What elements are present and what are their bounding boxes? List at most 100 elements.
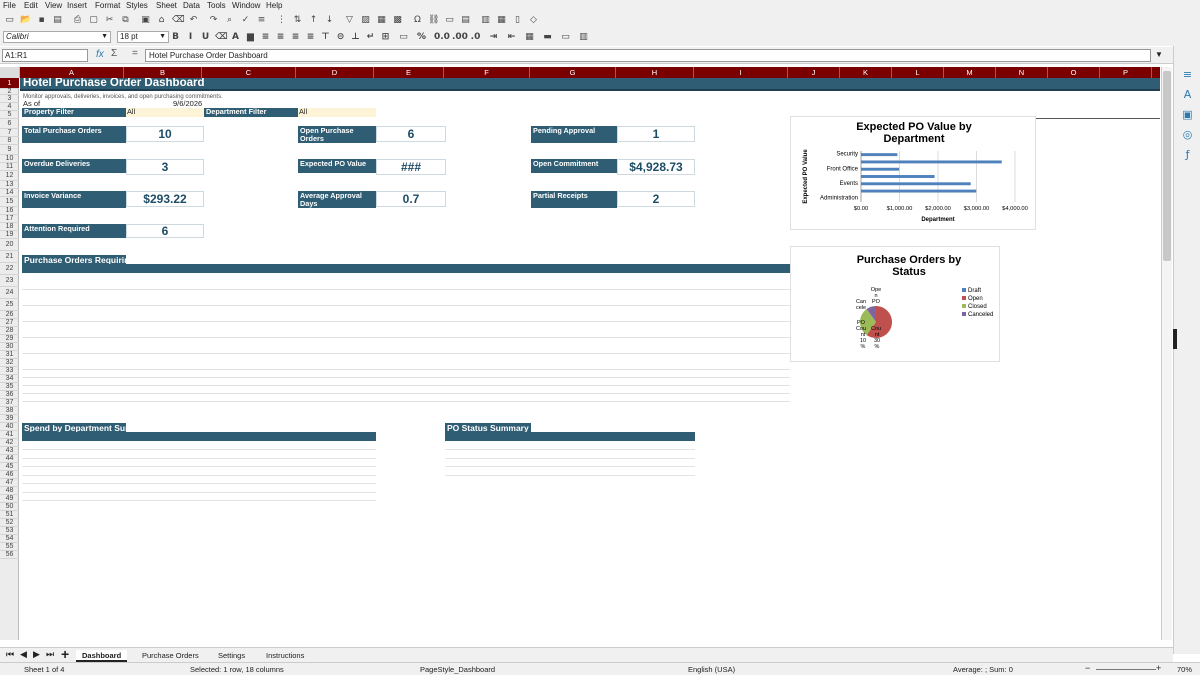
po_section-cell[interactable]: [697, 322, 789, 337]
link-icon[interactable]: ⛓: [428, 15, 439, 26]
chevron-down-icon[interactable]: ▼: [101, 32, 108, 42]
po_section-cell[interactable]: [619, 306, 695, 321]
po_section-cell[interactable]: [23, 306, 125, 321]
preview-icon[interactable]: ▢: [88, 15, 99, 26]
po_section-header-2[interactable]: [204, 264, 298, 273]
row-header-50[interactable]: 50: [0, 503, 19, 511]
dept_section-cell[interactable]: [299, 442, 375, 449]
po_section-cell[interactable]: [23, 338, 125, 353]
row-header-30[interactable]: 30: [0, 343, 19, 351]
properties-icon[interactable]: ≡: [1181, 68, 1194, 81]
po_section-cell[interactable]: [447, 338, 531, 353]
percent-icon[interactable]: %: [416, 32, 427, 43]
row-header-19[interactable]: 19: [0, 231, 19, 239]
po_section-cell[interactable]: [619, 338, 695, 353]
align-middle-icon[interactable]: ⊝: [335, 32, 346, 43]
merge-icon[interactable]: ⊞: [380, 32, 391, 43]
row-header-21[interactable]: 21: [0, 251, 19, 263]
status-zoom[interactable]: 70%: [1177, 665, 1192, 674]
column-icon[interactable]: ⋮: [276, 15, 287, 26]
po_section-cell[interactable]: [205, 354, 297, 369]
menu-edit[interactable]: Edit: [24, 1, 38, 10]
po_section-cell[interactable]: [127, 354, 203, 369]
dept_section-cell[interactable]: [205, 442, 297, 449]
bar-chart[interactable]: Expected PO Value by Department Expected P…: [790, 116, 1036, 230]
po_section-cell[interactable]: [619, 274, 695, 289]
add-decimal-icon[interactable]: .00: [452, 32, 468, 43]
po_section-cell[interactable]: [299, 306, 375, 321]
comment-icon[interactable]: ▭: [444, 15, 455, 26]
kpi-overdue-value[interactable]: 3: [126, 159, 204, 175]
chevron-down-icon[interactable]: ▼: [159, 32, 166, 42]
kpi-expected-value[interactable]: ###: [376, 159, 446, 175]
po_section-cell[interactable]: [23, 354, 125, 369]
po_section-header-6[interactable]: [532, 264, 618, 273]
status_section-cell[interactable]: [532, 450, 616, 458]
row-header-17[interactable]: 17: [0, 215, 19, 223]
column-header-n[interactable]: N: [996, 67, 1048, 78]
align-center-icon[interactable]: ≡: [275, 32, 286, 43]
po_section-cell[interactable]: [697, 274, 789, 289]
row-header-51[interactable]: 51: [0, 511, 19, 519]
dept_section-cell[interactable]: [127, 442, 203, 449]
po_section-cell[interactable]: [533, 322, 617, 337]
underline-icon[interactable]: U: [200, 32, 211, 43]
po_section-cell[interactable]: [205, 322, 297, 337]
tab-settings[interactable]: Settings: [212, 650, 251, 662]
prev-sheet-icon[interactable]: ◀: [20, 649, 27, 660]
row-header-53[interactable]: 53: [0, 527, 19, 535]
dept_section-cell[interactable]: [205, 467, 297, 475]
po_section-cell[interactable]: [377, 290, 445, 305]
row-header-14[interactable]: 14: [0, 189, 19, 197]
menu-help[interactable]: Help: [266, 1, 282, 10]
column-header-o[interactable]: O: [1048, 67, 1100, 78]
print-icon[interactable]: ⎙: [72, 15, 83, 26]
po_section-cell[interactable]: [377, 322, 445, 337]
define-print-icon[interactable]: ▥: [480, 15, 491, 26]
po_section-cell[interactable]: [299, 322, 375, 337]
dept_section-cell[interactable]: [23, 442, 125, 449]
po_section-header-5[interactable]: [446, 264, 532, 273]
dept_section-cell[interactable]: [23, 467, 125, 475]
pivot-icon[interactable]: ▩: [392, 15, 403, 26]
row-header-43[interactable]: 43: [0, 447, 19, 455]
status_section-cell[interactable]: [618, 459, 694, 466]
dept_section-cell[interactable]: [127, 450, 203, 458]
split-icon[interactable]: ▯: [512, 15, 523, 26]
chart-icon[interactable]: ▦: [376, 15, 387, 26]
dept_section-cell[interactable]: [23, 450, 125, 458]
undo-icon[interactable]: ↶: [188, 15, 199, 26]
po_section-header-4[interactable]: [376, 264, 446, 273]
po_section-cell[interactable]: [697, 338, 789, 353]
row-header-56[interactable]: 56: [0, 551, 19, 559]
row-header-9[interactable]: 9: [0, 145, 19, 155]
special-char-icon[interactable]: Ω: [412, 15, 423, 26]
align-left-icon[interactable]: ≡: [260, 32, 271, 43]
menu-sheet[interactable]: Sheet: [156, 1, 177, 10]
row-header-52[interactable]: 52: [0, 519, 19, 527]
column-header-f[interactable]: F: [444, 67, 530, 78]
row-header-25[interactable]: 25: [0, 299, 19, 311]
kpi-total-po-value[interactable]: 10: [126, 126, 204, 142]
row-header-29[interactable]: 29: [0, 335, 19, 343]
column-header-c[interactable]: C: [202, 67, 296, 78]
scroll-thumb[interactable]: [1163, 71, 1171, 261]
dept_section-cell[interactable]: [205, 493, 297, 500]
gallery-icon[interactable]: ▣: [1181, 108, 1194, 121]
po_section-cell[interactable]: [533, 274, 617, 289]
sort-desc-icon[interactable]: ↓: [324, 15, 335, 26]
dept_section-cell[interactable]: [299, 476, 375, 483]
kpi-open-po-value[interactable]: 6: [376, 126, 446, 142]
row-header-54[interactable]: 54: [0, 535, 19, 543]
row-header-45[interactable]: 45: [0, 463, 19, 471]
row-header-46[interactable]: 46: [0, 471, 19, 479]
align-bottom-icon[interactable]: ⊥: [350, 32, 361, 43]
dept_section-header-0[interactable]: [22, 432, 126, 441]
zoom-slider[interactable]: [1096, 669, 1156, 670]
dept_section-cell[interactable]: [23, 484, 125, 492]
as-of-value[interactable]: 9/6/2026: [173, 100, 202, 108]
dept_section-cell[interactable]: [205, 476, 297, 483]
select-all-corner[interactable]: [0, 67, 20, 78]
po_section-cell[interactable]: [447, 274, 531, 289]
dept_section-cell[interactable]: [299, 459, 375, 466]
